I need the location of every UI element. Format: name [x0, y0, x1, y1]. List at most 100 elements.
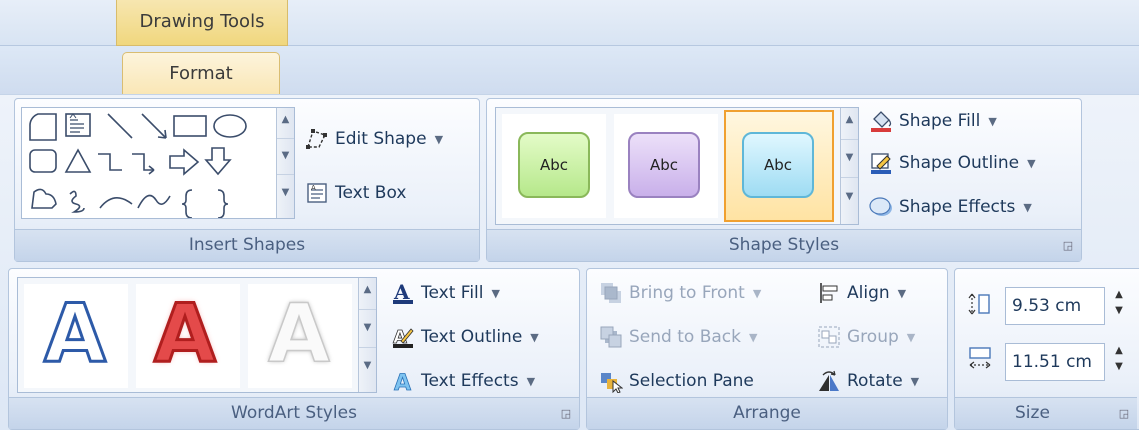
spin-down-icon[interactable]: ▼ — [1111, 303, 1127, 319]
edit-shape-icon — [305, 127, 329, 151]
chevron-down-icon: ▼ — [491, 286, 500, 300]
spin-up-icon[interactable]: ▲ — [1111, 287, 1127, 303]
bring-to-front-icon — [599, 281, 623, 305]
shape-width-input[interactable]: 11.51 cm — [1005, 343, 1105, 381]
shape-fill-button[interactable]: Shape Fill ▼ — [869, 109, 997, 133]
edit-shape-label: Edit Shape — [335, 129, 427, 149]
left-brace-icon — [181, 189, 193, 218]
arrow-line-icon — [141, 113, 167, 139]
right-arrow-icon — [169, 148, 200, 176]
chevron-down-icon: ▼ — [988, 114, 997, 128]
shape-height-input[interactable]: 9.53 cm — [1005, 287, 1105, 325]
group-icon — [817, 325, 841, 349]
shape-effects-button[interactable]: Shape Effects ▼ — [869, 195, 1032, 219]
group-label: Group — [847, 327, 899, 347]
width-spinner[interactable]: ▲ ▼ — [1111, 343, 1127, 381]
chevron-down-icon: ▼ — [1023, 200, 1032, 214]
shape-style-cell[interactable]: Abc — [502, 114, 606, 218]
group-label-arrange: Arrange — [587, 397, 947, 429]
group-button[interactable]: Group ▼ — [817, 325, 915, 349]
oval-icon — [213, 114, 247, 138]
text-fill-icon: A — [391, 280, 415, 305]
bring-to-front-button[interactable]: Bring to Front ▼ — [599, 281, 761, 305]
gallery-more-icon[interactable]: ▼ — [277, 181, 294, 212]
group-shape-styles: Abc Abc Abc ▲ ▼ ▼ Shape Fill ▼ Shape Out… — [486, 98, 1082, 262]
svg-text:A: A — [311, 184, 316, 192]
spin-down-icon[interactable]: ▼ — [1111, 359, 1127, 375]
shapes-gallery-grid — [29, 113, 247, 218]
group-label-size: Size — [955, 397, 1137, 429]
shape-outline-label: Shape Outline — [899, 153, 1020, 173]
shape-styles-scroll[interactable]: ▲ ▼ ▼ — [840, 108, 858, 224]
right-brace-icon — [217, 189, 229, 218]
shape-effects-icon — [869, 195, 893, 219]
wordart-style-cell[interactable]: A — [24, 284, 128, 388]
tab-format[interactable]: Format — [122, 52, 280, 96]
text-box-icon — [65, 113, 91, 137]
wordart-letter-red: A — [153, 287, 218, 380]
shapes-gallery[interactable]: ▲ ▼ ▼ — [21, 107, 295, 219]
chevron-down-icon: ▼ — [530, 330, 539, 344]
wordart-style-cell[interactable]: A — [136, 284, 240, 388]
shape-effects-label: Shape Effects — [899, 197, 1016, 217]
shape-style-cell-selected[interactable]: Abc — [724, 110, 834, 222]
down-arrow-icon — [204, 147, 232, 176]
scroll-down-icon[interactable]: ▼ — [277, 144, 294, 175]
chevron-down-icon: ▼ — [526, 374, 536, 388]
wordart-scroll[interactable]: ▲ ▼ ▼ — [358, 278, 376, 392]
wordart-gallery[interactable]: A A A ▲ ▼ ▼ — [17, 277, 377, 393]
scroll-up-icon[interactable]: ▲ — [359, 278, 376, 310]
contextual-tab-label: Drawing Tools — [116, 0, 288, 46]
rectangle-icon — [173, 115, 207, 137]
wordart-style-cell[interactable]: A — [248, 284, 352, 388]
scribble-icon — [69, 190, 85, 213]
shape-style-cell[interactable]: Abc — [614, 114, 718, 218]
text-box-label: Text Box — [335, 183, 407, 203]
line-icon — [107, 113, 133, 139]
gallery-more-icon[interactable]: ▼ — [841, 185, 858, 217]
shapes-gallery-scroll[interactable]: ▲ ▼ ▼ — [276, 108, 294, 218]
chevron-down-icon: ▼ — [752, 286, 762, 300]
selection-pane-button[interactable]: Selection Pane — [599, 369, 754, 394]
send-to-back-icon — [599, 325, 623, 349]
group-label-wordart-styles: WordArt Styles — [9, 397, 579, 429]
chevron-down-icon: ▼ — [434, 132, 444, 146]
height-spinner[interactable]: ▲ ▼ — [1111, 287, 1127, 325]
rounded-rectangle-icon — [29, 149, 57, 173]
scroll-up-icon[interactable]: ▲ — [277, 108, 294, 139]
align-icon — [817, 281, 841, 305]
rotate-label: Rotate — [847, 371, 903, 391]
scroll-down-icon[interactable]: ▼ — [359, 316, 376, 348]
rotate-button[interactable]: Rotate ▼ — [817, 369, 919, 393]
dialog-launcher-icon[interactable]: ◲ — [1117, 407, 1131, 421]
scroll-down-icon[interactable]: ▼ — [841, 146, 858, 179]
dialog-launcher-icon[interactable]: ◲ — [559, 407, 573, 421]
elbow-connector-icon — [98, 153, 122, 171]
shape-style-purple: Abc — [628, 132, 700, 198]
text-outline-button[interactable]: A Text Outline ▼ — [391, 325, 539, 349]
align-button[interactable]: Align ▼ — [817, 281, 906, 305]
shape-styles-gallery[interactable]: Abc Abc Abc ▲ ▼ ▼ — [495, 107, 859, 225]
text-fill-button[interactable]: A Text Fill ▼ — [391, 280, 500, 305]
arc-icon — [99, 197, 133, 209]
text-effects-button[interactable]: A Text Effects ▼ — [391, 369, 536, 397]
text-box-button[interactable]: A Text Box — [305, 181, 406, 205]
scroll-up-icon[interactable]: ▲ — [841, 108, 858, 141]
dialog-launcher-icon[interactable]: ◲ — [1061, 239, 1075, 253]
pencil-outline-icon — [869, 151, 893, 175]
group-insert-shapes: ▲ ▼ ▼ Edit Shape ▼ A Text Box Insert Sha… — [14, 98, 480, 262]
send-to-back-button[interactable]: Send to Back ▼ — [599, 325, 757, 349]
group-size: 9.53 cm ▲ ▼ 11.51 cm ▲ ▼ Size ◲ — [954, 268, 1139, 430]
shape-style-blue: Abc — [742, 132, 814, 198]
bring-to-front-label: Bring to Front — [629, 283, 745, 303]
svg-text:A: A — [394, 371, 411, 393]
group-label-shape-styles: Shape Styles — [487, 229, 1081, 261]
gallery-more-icon[interactable]: ▼ — [359, 354, 376, 386]
align-label: Align — [847, 283, 890, 303]
elbow-arrow-connector-icon — [132, 153, 155, 175]
spin-up-icon[interactable]: ▲ — [1111, 343, 1127, 359]
shape-outline-button[interactable]: Shape Outline ▼ — [869, 151, 1036, 175]
send-to-back-label: Send to Back — [629, 327, 741, 347]
edit-shape-button[interactable]: Edit Shape ▼ — [305, 127, 443, 151]
shape-width-icon — [967, 345, 993, 376]
